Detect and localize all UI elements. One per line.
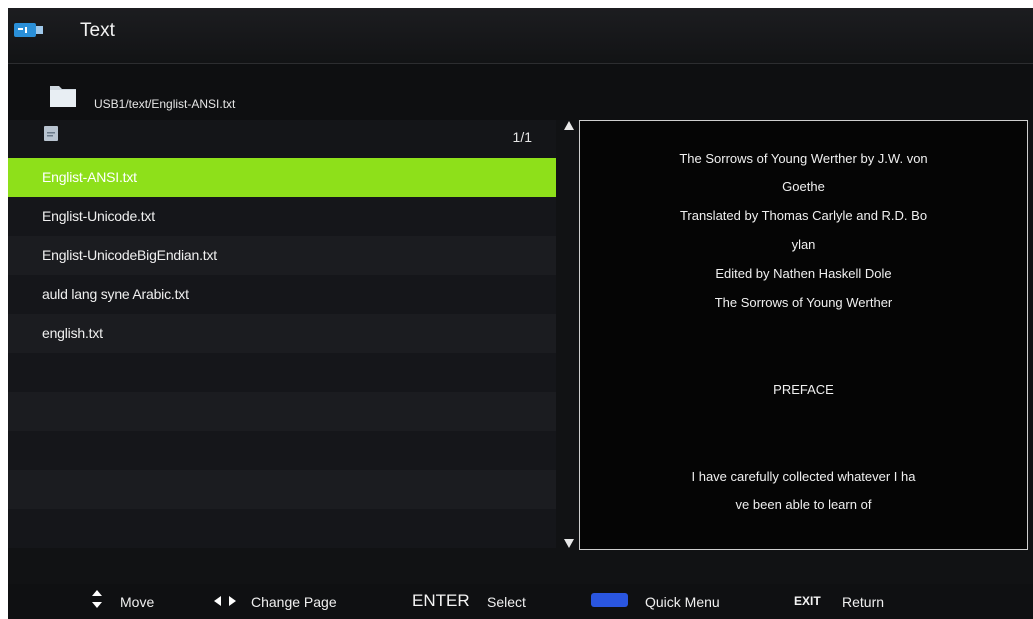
file-item[interactable]: Englist-UnicodeBigEndian.txt [8,236,556,275]
scroll-down-arrow-icon[interactable] [564,539,574,548]
preview-line: I have carefully collected whatever I ha [691,469,916,484]
key-hint-bar: Move Change Page ENTER Select Quick Menu… [8,584,1033,619]
hint-select: Select [487,594,526,610]
file-item[interactable]: auld lang syne Arabic.txt [8,275,556,314]
hint-move: Move [120,594,155,610]
file-list: 1/1 Englist-ANSI.txt Englist-Unicode.txt… [8,120,556,560]
up-down-arrows-icon [92,590,102,608]
exit-key-label: EXIT [794,594,821,608]
hint-return: Return [842,594,885,610]
preview-line: ylan [791,237,816,252]
text-preview: The Sorrows of Young Werther by J.W. von… [579,120,1028,550]
folder-icon [50,86,76,107]
hint-change-page: Change Page [251,594,337,610]
list-header: 1/1 [8,120,556,158]
file-item[interactable]: english.txt [8,314,556,353]
media-player-screen: Text USB1/text/Englist-ANSI.txt 1/1 Engl… [8,8,1033,619]
hint-quick-menu: Quick Menu [645,594,720,610]
preview-line: ve been able to learn of [735,497,872,512]
file-item[interactable]: Englist-ANSI.txt [8,158,556,197]
preview-line: Edited by Nathen Haskell Dole [715,266,892,281]
usb-drive-icon [14,23,43,37]
file-item[interactable]: Englist-Unicode.txt [8,197,556,236]
title-bar: Text [8,8,1033,64]
empty-row [8,509,556,548]
empty-row [8,431,556,470]
page-title: Text [80,20,115,41]
empty-row [8,353,556,392]
empty-row [8,470,556,509]
file-name: Englist-Unicode.txt [42,208,155,224]
enter-key-label: ENTER [412,591,470,610]
text-file-icon [44,126,58,141]
left-right-arrows-icon [214,596,236,606]
file-name: Englist-UnicodeBigEndian.txt [42,247,217,263]
breadcrumb: USB1/text/Englist-ANSI.txt [8,64,1033,120]
page-indicator: 1/1 [512,129,532,145]
file-name: Englist-ANSI.txt [42,169,137,185]
scroll-up-arrow-icon[interactable] [564,121,574,130]
preview-line: Translated by Thomas Carlyle and R.D. Bo [679,208,928,223]
preview-line: PREFACE [773,382,834,397]
empty-row [8,392,556,431]
preview-line: Goethe [782,179,825,194]
current-path: USB1/text/Englist-ANSI.txt [94,97,236,111]
preview-line: The Sorrows of Young Werther by J.W. von [679,151,928,166]
file-name: english.txt [42,325,103,341]
blue-key-icon [591,593,628,607]
preview-line: The Sorrows of Young Werther [714,295,893,310]
file-name: auld lang syne Arabic.txt [42,286,189,302]
